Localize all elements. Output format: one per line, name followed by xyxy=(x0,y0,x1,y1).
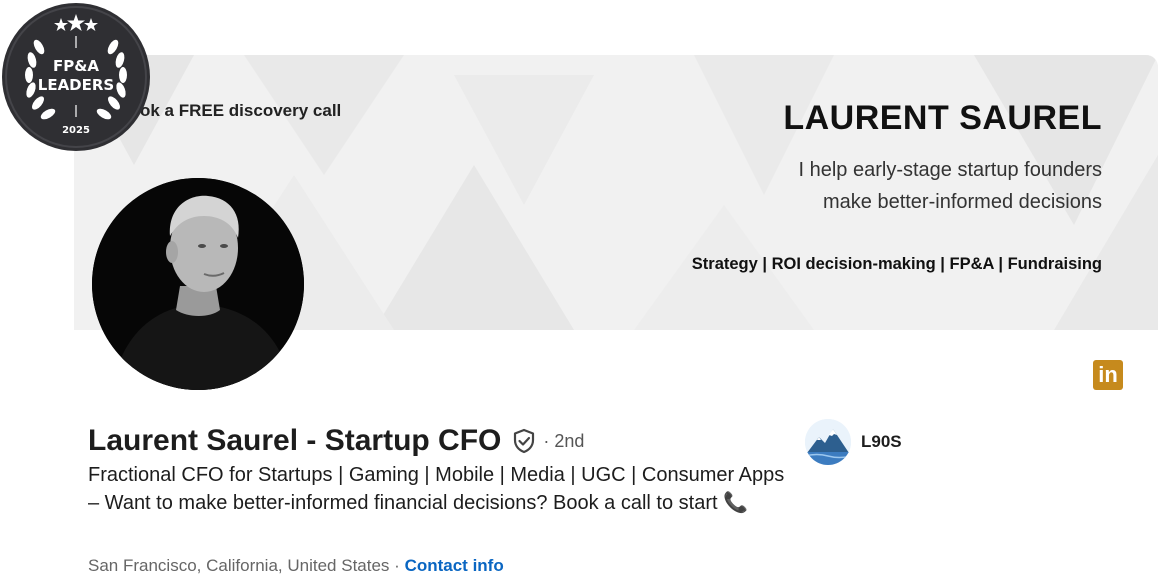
banner-cta-text: ok a FREE discovery call xyxy=(140,101,342,120)
banner-name: LAURENT SAUREL xyxy=(783,99,1102,137)
profile-avatar[interactable] xyxy=(92,178,304,390)
badge-title-line1: FP&A xyxy=(53,57,99,75)
contact-info-link[interactable]: Contact info xyxy=(405,556,504,575)
profile-photo xyxy=(92,178,304,390)
profile-headline: Fractional CFO for Startups | Gaming | M… xyxy=(88,462,788,517)
banner-tagline-line1: I help early-stage startup founders xyxy=(798,159,1102,181)
banner-skills: Strategy | ROI decision-making | FP&A | … xyxy=(691,255,1102,273)
profile-name: Laurent Saurel - Startup CFO xyxy=(88,424,502,457)
headline-text: Fractional CFO for Startups | Gaming | M… xyxy=(88,464,785,514)
location-separator: · xyxy=(394,556,400,575)
badge-year: 2025 xyxy=(62,125,90,136)
profile-name-row: Laurent Saurel - Startup CFO · 2nd xyxy=(88,424,584,458)
linkedin-icon[interactable]: in xyxy=(1093,360,1123,390)
profile-location: San Francisco, California, United States xyxy=(88,556,390,575)
connection-degree: · 2nd xyxy=(543,430,585,451)
badge-title-line2: LEADERS xyxy=(37,76,115,94)
location-row: San Francisco, California, United States… xyxy=(88,556,504,576)
current-company[interactable]: L90S xyxy=(805,419,902,465)
fpa-leaders-badge: FP&A LEADERS 2025 xyxy=(1,2,151,152)
mountain-logo-icon xyxy=(805,419,851,465)
company-name: L90S xyxy=(861,432,902,451)
banner-tagline-line2: make better-informed decisions xyxy=(822,191,1102,213)
phone-icon: 📞 xyxy=(723,491,749,514)
verified-shield-icon[interactable] xyxy=(511,428,537,454)
